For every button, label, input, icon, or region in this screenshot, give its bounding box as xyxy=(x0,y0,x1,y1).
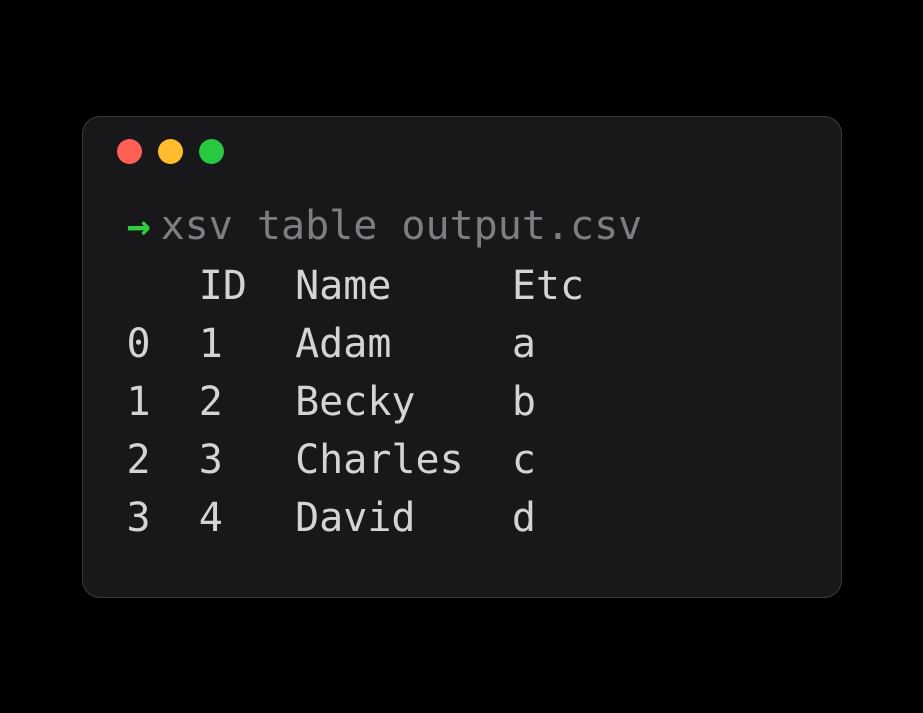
command-output: ID Name Etc 0 1 Adam a 1 2 Becky b 2 3 C… xyxy=(127,257,797,547)
terminal-body[interactable]: →xsv table output.csv ID Name Etc 0 1 Ad… xyxy=(83,187,841,597)
minimize-window-button[interactable] xyxy=(158,139,183,164)
terminal-window: →xsv table output.csv ID Name Etc 0 1 Ad… xyxy=(82,116,842,598)
command-text: xsv table output.csv xyxy=(161,203,643,249)
prompt-line: →xsv table output.csv xyxy=(127,197,797,255)
window-titlebar xyxy=(83,117,841,187)
prompt-arrow-icon: → xyxy=(127,203,151,249)
close-window-button[interactable] xyxy=(117,139,142,164)
maximize-window-button[interactable] xyxy=(199,139,224,164)
